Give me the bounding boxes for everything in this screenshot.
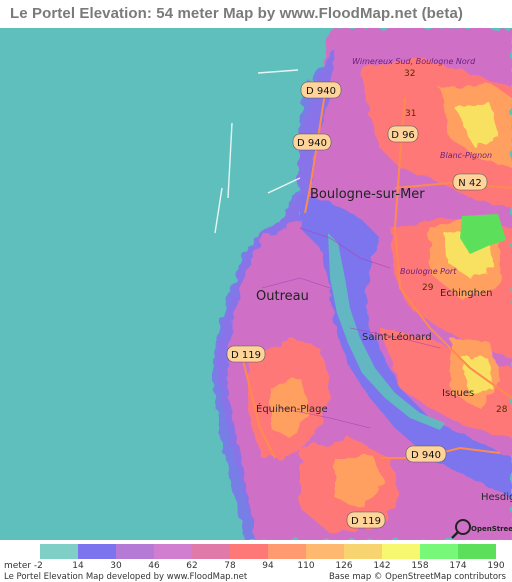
legend-value: 174	[449, 561, 467, 571]
legend-swatch	[230, 544, 268, 559]
road-shield-d119-left: D 119	[226, 345, 266, 363]
legend-swatch	[420, 544, 458, 559]
map-canvas: D 940 D 940 D 96 N 42 D 119 D 940 D 119 …	[0, 28, 512, 540]
svg-text:D 119: D 119	[351, 516, 381, 527]
road-shield-d940-bottom: D 940	[405, 445, 447, 463]
label-boulogne-sur-mer: Boulogne-sur-Mer	[310, 187, 425, 202]
legend-swatch	[154, 544, 192, 559]
map-title: Le Portel Elevation: 54 meter Map by www…	[0, 0, 512, 28]
exit-number-32: 32	[404, 69, 415, 79]
road-shield-d940-mid: D 940	[292, 133, 332, 151]
legend-value: 62	[186, 561, 198, 571]
svg-text:D 940: D 940	[306, 86, 336, 97]
label-equihen-plage: Équihen-Plage	[256, 402, 328, 415]
legend-swatch	[268, 544, 306, 559]
label-blanc-pignon: Blanc-Pignon	[440, 151, 492, 160]
legend-swatch	[344, 544, 382, 559]
legend-value: 158	[411, 561, 429, 571]
legend-value: 110	[297, 561, 315, 571]
label-isques: Isques	[442, 388, 474, 399]
label-outreau: Outreau	[256, 289, 309, 304]
svg-text:D 940: D 940	[411, 450, 441, 461]
legend-value: 46	[148, 561, 160, 571]
label-echinghen: Echinghen	[440, 288, 492, 299]
road-shield-n42: N 42	[452, 173, 488, 191]
legend-value: 78	[224, 561, 236, 571]
legend-swatch	[458, 544, 496, 559]
exit-number-31: 31	[405, 109, 416, 119]
exit-number-28: 28	[496, 405, 508, 415]
legend-value: 190	[487, 561, 505, 571]
exit-number-29: 29	[422, 283, 434, 293]
legend-swatch	[192, 544, 230, 559]
legend-swatch	[306, 544, 344, 559]
legend-value: 126	[335, 561, 353, 571]
legend-swatch	[382, 544, 420, 559]
svg-text:OpenStreetMap: OpenStreetMap	[471, 525, 512, 533]
legend-swatches	[40, 544, 496, 559]
legend-swatch	[78, 544, 116, 559]
legend-swatch	[116, 544, 154, 559]
elevation-map[interactable]: D 940 D 940 D 96 N 42 D 119 D 940 D 119 …	[0, 28, 512, 540]
label-boulogne-port: Boulogne Port	[400, 267, 457, 276]
legend-value: 30	[110, 561, 122, 571]
label-hesdig: Hesdig	[481, 492, 512, 503]
label-saint-leonard: Saint-Léonard	[362, 331, 432, 343]
legend-value: 142	[373, 561, 391, 571]
road-shield-d940-top: D 940	[300, 81, 342, 99]
legend-unit-label: meter -2	[4, 561, 43, 571]
label-wimereux: Wimereux Sud, Boulogne Nord	[352, 57, 476, 66]
svg-text:D 940: D 940	[297, 138, 327, 149]
road-shield-d119-bottom: D 119	[346, 511, 386, 529]
legend-swatch	[40, 544, 78, 559]
legend-value: 94	[262, 561, 274, 571]
legend-value: 14	[72, 561, 84, 571]
svg-text:D 96: D 96	[391, 130, 415, 141]
elevation-legend: meter -2 14 30 46 62 78 94 110 126 142 158 174 190 L…	[0, 540, 512, 582]
road-shield-d96: D 96	[387, 125, 419, 143]
footer-developer-credit: Le Portel Elevation Map developed by www…	[4, 572, 248, 582]
svg-text:D 119: D 119	[231, 350, 261, 361]
footer-basemap-credit: Base map © OpenStreetMap contributors	[328, 572, 506, 582]
svg-text:N 42: N 42	[458, 178, 481, 189]
